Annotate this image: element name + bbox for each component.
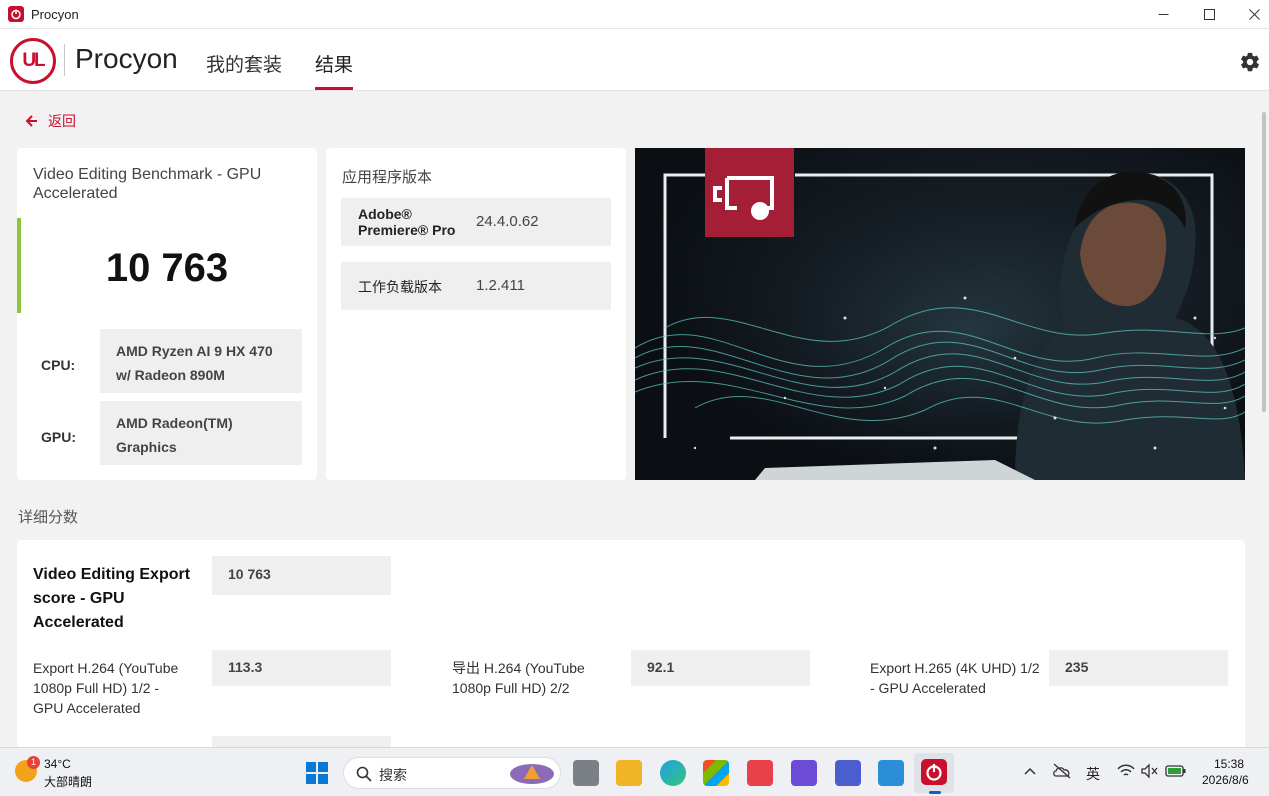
app-version-title: 应用程序版本: [342, 169, 433, 186]
microsoft-store-icon[interactable]: [703, 760, 729, 786]
main-score-value: 10 763: [212, 556, 391, 595]
overall-score: 10 763: [105, 246, 229, 290]
file-explorer-icon[interactable]: [616, 760, 642, 786]
app-purple-icon[interactable]: [791, 760, 817, 786]
window-title: Procyon: [31, 6, 79, 22]
active-app-indicator: [929, 791, 941, 794]
vertical-scrollbar[interactable]: [1259, 92, 1269, 747]
procyon-taskbar-icon[interactable]: [921, 759, 947, 785]
subscore-label: Export H.265 (4K UHD) 1/2 - GPU Accelera…: [870, 660, 1040, 696]
maximize-icon: [1203, 9, 1215, 20]
search-highlight-icon: [510, 764, 554, 784]
wifi-icon[interactable]: [1117, 763, 1135, 779]
nav-my-suites[interactable]: 我的套装: [206, 50, 282, 77]
close-button[interactable]: [1231, 0, 1269, 29]
cpu-label: CPU:: [41, 357, 76, 373]
benchmark-hero-image: [635, 148, 1245, 480]
settings-gear-icon[interactable]: [1239, 51, 1261, 73]
app-red-icon[interactable]: [747, 760, 773, 786]
scrollbar-thumb[interactable]: [1262, 112, 1266, 412]
arrow-left-icon: [25, 115, 37, 127]
windows-taskbar: 1 34°C 大部晴朗 搜索 英 15:38 2026/8/6: [0, 747, 1269, 796]
version-row: Adobe® Premiere® Pro 24.4.0.62: [341, 198, 611, 246]
search-icon: [356, 766, 372, 782]
windows-start-icon[interactable]: [304, 760, 330, 786]
back-label: 返回: [48, 113, 76, 129]
version-value: 1.2.411: [476, 277, 525, 294]
app-header: UL Procyon 我的套装 结果: [0, 29, 1269, 91]
score-card: Video Editing Benchmark - GPU Accelerate…: [17, 148, 317, 480]
ul-logo: UL: [10, 38, 56, 84]
taskbar-date[interactable]: 2026/8/6: [1202, 773, 1249, 787]
subscore-value: 92.1: [631, 650, 810, 686]
version-row: 工作负载版本 1.2.411: [341, 262, 611, 310]
subscore-value: 235: [1049, 650, 1228, 686]
battery-charging-icon[interactable]: [1165, 764, 1187, 778]
main-score-label: Video Editing Export score - GPU Acceler…: [33, 566, 191, 631]
speaker-muted-icon[interactable]: [1140, 763, 1158, 779]
gpu-label: GPU:: [41, 429, 76, 445]
cpu-value: AMD Ryzen AI 9 HX 470 w/ Radeon 890M: [100, 329, 302, 393]
back-link[interactable]: 返回: [25, 111, 76, 131]
taskbar-time[interactable]: 15:38: [1214, 757, 1244, 771]
close-icon: [1248, 9, 1260, 20]
nav-active-indicator: [315, 87, 353, 90]
notification-badge: 1: [27, 756, 40, 769]
benchmark-title: Video Editing Benchmark - GPU Accelerate…: [33, 166, 262, 202]
subscore-label: Export H.264 (YouTube 1080p Full HD) 1/2…: [33, 660, 179, 716]
logo-divider: [64, 44, 65, 76]
version-name: Adobe® Premiere® Pro: [358, 206, 456, 238]
hero-illustration: [635, 148, 1245, 480]
brand-name: Procyon: [75, 43, 178, 74]
window-titlebar: Procyon: [0, 0, 1269, 29]
subscore-label: 导出 H.264 (YouTube 1080p Full HD) 2/2: [452, 660, 585, 696]
subscore-value: 113.3: [212, 650, 391, 686]
app-version-card: 应用程序版本 Adobe® Premiere® Pro 24.4.0.62 工作…: [326, 148, 626, 480]
minimize-button[interactable]: [1140, 0, 1186, 29]
onedrive-offline-icon[interactable]: [1052, 763, 1072, 779]
search-placeholder: 搜索: [379, 767, 407, 783]
detailed-scores-title: 详细分数: [18, 509, 79, 526]
taskbar-search[interactable]: 搜索: [343, 757, 561, 789]
chevron-up-icon[interactable]: [1024, 766, 1036, 776]
maximize-button[interactable]: [1186, 0, 1232, 29]
app-blue-icon[interactable]: [835, 760, 861, 786]
version-name: 工作负载版本: [358, 279, 442, 295]
weather-temperature[interactable]: 34°C: [44, 757, 71, 771]
procyon-app-icon: [8, 6, 24, 22]
task-view-icon[interactable]: [573, 760, 599, 786]
detailed-scores-card: Video Editing Export score - GPU Acceler…: [17, 540, 1245, 760]
gpu-value: AMD Radeon(TM) Graphics: [100, 401, 302, 465]
edge-browser-icon[interactable]: [660, 760, 686, 786]
version-value: 24.4.0.62: [476, 213, 539, 230]
app-dev-icon[interactable]: [878, 760, 904, 786]
weather-description[interactable]: 大部晴朗: [44, 773, 92, 790]
input-method-indicator[interactable]: 英: [1086, 764, 1100, 784]
minimize-icon: [1158, 14, 1168, 15]
nav-results[interactable]: 结果: [315, 50, 353, 77]
